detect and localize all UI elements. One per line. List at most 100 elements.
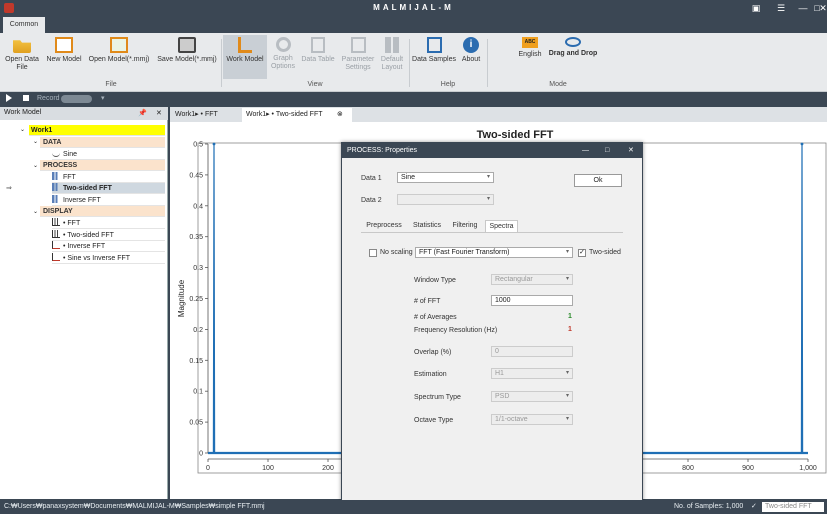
file-path: C:₩Users₩panaxsystem₩Documents₩MALMIJAL-… — [4, 503, 265, 510]
x-tick-label: 800 — [682, 465, 694, 472]
save-model-label: Save Model(*.mmj) — [157, 56, 217, 63]
overlap-label: Overlap (%) — [414, 349, 452, 356]
minimize-button[interactable]: — — [796, 2, 810, 15]
two-sided-checkbox[interactable]: ✓ — [578, 249, 586, 257]
tab-close-icon[interactable]: ⊗ — [337, 110, 343, 118]
dialog-title: PROCESS: Properties — [347, 147, 418, 154]
tree-root-work1[interactable]: Work1 — [29, 125, 165, 136]
sine-wave-icon — [52, 149, 60, 157]
play-icon[interactable] — [6, 94, 12, 102]
averages-label: # of Averages — [414, 314, 457, 321]
nfft-input[interactable]: 1000 — [491, 295, 573, 306]
octave-type-label: Octave Type — [414, 417, 454, 424]
graph-options-label: Graph Options — [270, 55, 296, 70]
default-layout-button[interactable]: Default Layout — [378, 35, 406, 79]
tab-fft[interactable]: Work1▸ • FFT — [171, 108, 222, 122]
octave-type-select[interactable]: 1/1-octave — [491, 414, 573, 425]
y-tick-label: 0.5 — [193, 142, 203, 149]
tree-item-two-sided-fft[interactable]: Two-sided FFT — [52, 183, 165, 194]
y-tick-label: 0 — [199, 451, 203, 458]
drag-and-drop-button[interactable]: Drag and Drop — [546, 35, 600, 79]
dialog-minimize-button[interactable]: — — [582, 143, 589, 158]
ok-button[interactable]: Ok — [574, 174, 622, 187]
open-model-icon — [110, 37, 128, 53]
data-table-button[interactable]: Data Table — [300, 35, 336, 79]
app-title: MALMIJAL-M — [373, 3, 454, 12]
work-model-label: Work Model — [226, 56, 264, 63]
tree-expander-icon[interactable]: ⌄ — [20, 126, 25, 133]
spectrum-type-select[interactable]: PSD — [491, 391, 573, 402]
estimation-label: Estimation — [414, 371, 447, 378]
parameter-settings-button[interactable]: Parameter Settings — [339, 35, 377, 79]
display-selector[interactable]: Two-sided FFT — [762, 502, 824, 512]
dialog-maximize-button[interactable]: □ — [605, 143, 609, 158]
tree-item-display-sine-vs-inverse-fft[interactable]: • Sine vs Inverse FFT — [52, 253, 165, 264]
y-tick-label: 0.25 — [189, 296, 203, 303]
data-samples-label: Data Samples — [412, 56, 456, 63]
tree-item-display-two-sided-fft[interactable]: • Two-sided FFT — [52, 230, 165, 241]
language-button[interactable]: ABC English — [515, 35, 545, 79]
tree-category-display[interactable]: DISPLAY — [40, 206, 165, 217]
tree-expander-icon[interactable]: ⌄ — [33, 208, 38, 215]
data2-select[interactable] — [397, 194, 494, 205]
close-button[interactable]: ✕ — [816, 2, 827, 15]
window-type-label: Window Type — [414, 277, 456, 284]
freq-res-value: 1 — [568, 326, 572, 333]
record-toggle[interactable] — [61, 95, 92, 103]
tab-preprocess[interactable]: Preprocess — [364, 220, 404, 232]
restore-layout-icon[interactable]: ▣ — [749, 2, 763, 15]
tree-expander-icon[interactable]: ⌄ — [33, 162, 38, 169]
graph-options-button[interactable]: Graph Options — [268, 35, 298, 79]
document-tabs: Work1▸ • FFT Work1▸ • Two-sided FFT ⊗ — [170, 107, 827, 122]
open-model-button[interactable]: Open Model(*.mmj) — [87, 35, 151, 79]
stop-icon[interactable] — [23, 95, 29, 101]
spectrum-method-select[interactable]: FFT (Fast Fourier Transform) — [415, 247, 573, 258]
record-dropdown-icon[interactable]: ▾ — [101, 94, 105, 102]
nfft-label: # of FFT — [414, 298, 441, 305]
tree-item-sine[interactable]: Sine — [52, 149, 165, 160]
y-tick-label: 0.4 — [193, 203, 203, 210]
tree-category-process[interactable]: PROCESS — [40, 160, 165, 171]
work-model-button[interactable]: Work Model — [223, 35, 267, 79]
tree-item-fft[interactable]: FFT — [52, 172, 165, 183]
new-model-label: New Model — [46, 56, 82, 63]
chart-title: Two-sided FFT — [477, 129, 554, 141]
y-tick-label: 0.35 — [189, 234, 203, 241]
tree-item-inverse-fft[interactable]: Inverse FFT — [52, 195, 165, 206]
tree-item-display-fft[interactable]: • FFT — [52, 218, 165, 229]
dialog-close-button[interactable]: ✕ — [628, 143, 634, 158]
tree-item-display-inverse-fft[interactable]: • Inverse FFT — [52, 241, 165, 252]
title-bar: MALMIJAL-M ▣ ☰ — □ — [0, 0, 827, 17]
tab-two-sided-fft[interactable]: Work1▸ • Two-sided FFT — [242, 108, 352, 122]
ribbon-tab-common[interactable]: Common — [3, 17, 45, 33]
tree-expander-icon[interactable]: ⌄ — [33, 138, 38, 145]
group-label-view: View — [307, 81, 323, 88]
about-button[interactable]: i About — [458, 35, 484, 79]
check-icon: ✓ — [751, 503, 757, 510]
no-scaling-checkbox[interactable] — [369, 249, 377, 257]
bar-chart-icon — [52, 218, 60, 226]
data-samples-button[interactable]: Data Samples — [412, 35, 456, 79]
panel-close-icon[interactable]: ✕ — [156, 109, 162, 117]
status-bar: C:₩Users₩panaxsystem₩Documents₩MALMIJAL-… — [0, 500, 827, 514]
tab-statistics[interactable]: Statistics — [410, 220, 444, 232]
process-icon — [52, 195, 60, 203]
overlap-input[interactable]: 0 — [491, 346, 573, 357]
tree-category-data[interactable]: DATA — [40, 137, 165, 148]
menu-icon[interactable]: ☰ — [774, 2, 788, 15]
x-tick-label: 900 — [742, 465, 754, 472]
line-chart-icon — [52, 241, 60, 249]
parameter-settings-label: Parameter Settings — [341, 56, 375, 71]
record-label: Record — [37, 95, 60, 102]
window-type-select[interactable]: Rectangular — [491, 274, 573, 285]
freq-res-label: Frequency Resolution (Hz) — [414, 327, 498, 334]
estimation-select[interactable]: H1 — [491, 368, 573, 379]
data1-select[interactable]: Sine — [397, 172, 494, 183]
new-model-button[interactable]: New Model — [44, 35, 84, 79]
pin-icon[interactable]: 📌 — [138, 109, 147, 117]
tab-spectra[interactable]: Spectra — [485, 220, 518, 232]
gear-icon — [275, 37, 291, 52]
open-data-file-button[interactable]: Open Data File — [4, 35, 40, 79]
save-model-button[interactable]: Save Model(*.mmj) — [155, 35, 219, 79]
tab-filtering[interactable]: Filtering — [450, 220, 480, 232]
